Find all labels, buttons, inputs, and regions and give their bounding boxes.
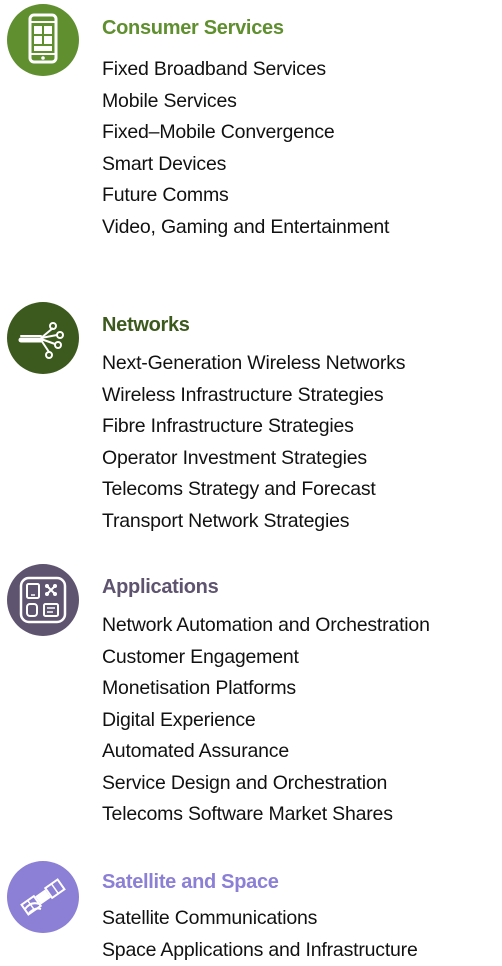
list-item: Automated Assurance (102, 736, 430, 768)
item-list: Network Automation and Orchestration Cus… (102, 610, 430, 831)
list-item: Telecoms Strategy and Forecast (102, 474, 405, 506)
list-item: Customer Engagement (102, 642, 430, 674)
list-item: Telecoms Software Market Shares (102, 799, 430, 831)
list-item: Fixed Broadband Services (102, 54, 389, 86)
list-item: Fibre Infrastructure Strategies (102, 411, 405, 443)
apps-icon (7, 564, 79, 636)
list-item: Future Comms (102, 180, 389, 212)
list-item: Fixed–Mobile Convergence (102, 117, 389, 149)
list-item: Next-Generation Wireless Networks (102, 348, 405, 380)
network-cable-icon (7, 302, 79, 374)
section-title: Satellite and Space (102, 871, 279, 894)
section-title: Networks (102, 314, 190, 337)
section-title: Applications (102, 576, 218, 599)
item-list: Satellite Communications Space Applicati… (102, 903, 418, 966)
list-item: Video, Gaming and Entertainment (102, 212, 389, 244)
mobile-device-icon (7, 4, 79, 76)
section-title: Consumer Services (102, 17, 284, 40)
list-item: Smart Devices (102, 149, 389, 181)
satellite-icon (7, 861, 79, 933)
list-item: Wireless Infrastructure Strategies (102, 380, 405, 412)
list-item: Monetisation Platforms (102, 673, 430, 705)
list-item: Network Automation and Orchestration (102, 610, 430, 642)
list-item: Mobile Services (102, 86, 389, 118)
list-item: Service Design and Orchestration (102, 768, 430, 800)
list-item: Digital Experience (102, 705, 430, 737)
item-list: Fixed Broadband Services Mobile Services… (102, 54, 389, 243)
list-item: Satellite Communications (102, 903, 418, 935)
item-list: Next-Generation Wireless Networks Wirele… (102, 348, 405, 537)
list-item: Transport Network Strategies (102, 506, 405, 538)
list-item: Operator Investment Strategies (102, 443, 405, 475)
list-item: Space Applications and Infrastructure (102, 935, 418, 966)
